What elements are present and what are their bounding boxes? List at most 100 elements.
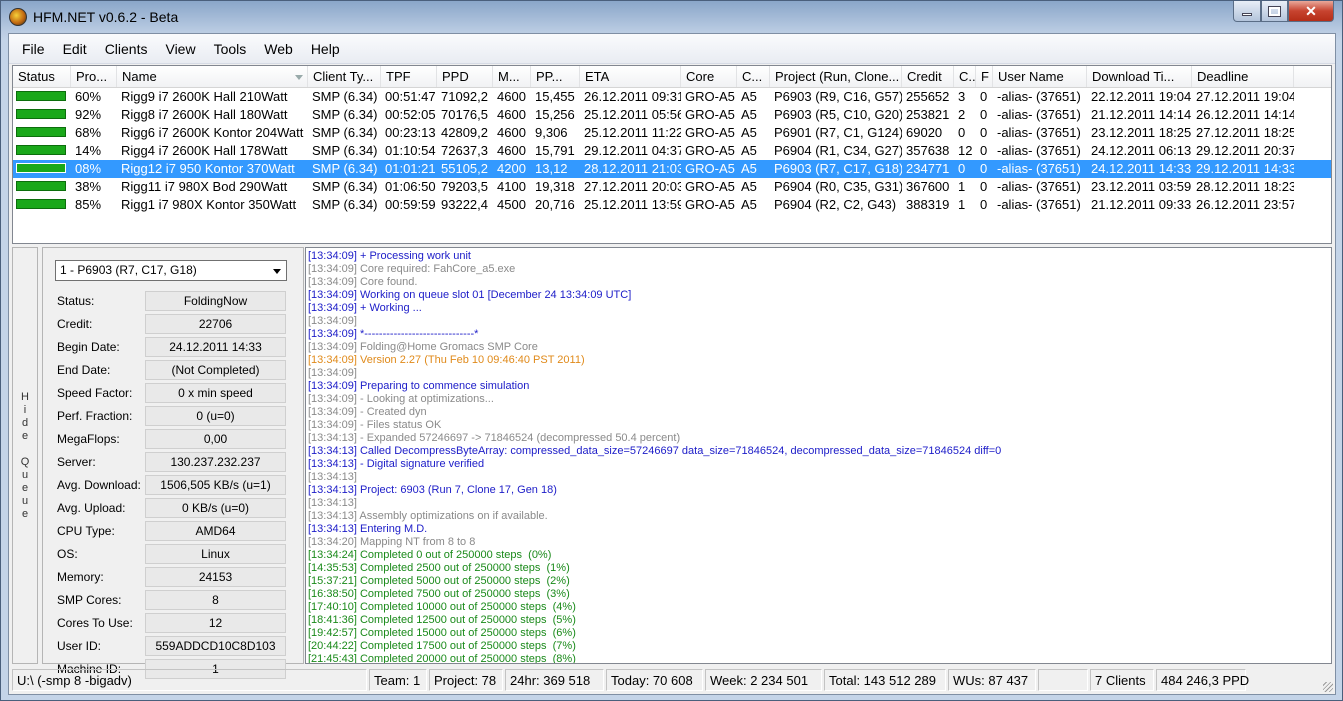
queue-property: Avg. Upload: 0 KB/s (u=0) (55, 498, 287, 518)
table-cell: A5 (741, 107, 757, 122)
queue-select-value: 1 - P6903 (R7, C17, G18) (60, 263, 197, 277)
property-value: AMD64 (145, 521, 286, 541)
table-cell: 14% (75, 143, 102, 158)
table-row[interactable]: 60% Rigg9 i7 2600K Hall 210Watt SMP (6.34)… (13, 88, 1331, 106)
table-cell: 9,306 (535, 125, 568, 140)
table-cell: 15,256 (535, 107, 575, 122)
queue-property: MegaFlops: 0,00 (55, 429, 287, 449)
queue-property: Memory: 24153 (55, 567, 287, 587)
menu-edit[interactable]: Edit (54, 37, 96, 61)
status-panel: Team: 1 (369, 669, 427, 691)
column-header[interactable]: Credit (902, 66, 954, 87)
table-row[interactable]: 38% Rigg11 i7 980X Bod 290Watt SMP (6.34) 0… (13, 178, 1331, 196)
log-viewer[interactable]: [13:34:09] + Processing work unit [13:34:… (305, 247, 1332, 664)
table-cell: 0 (980, 179, 988, 194)
column-header[interactable]: Deadline (1192, 66, 1294, 87)
column-header[interactable]: User Name (993, 66, 1087, 87)
table-row[interactable]: 85% Rigg1 i7 980X Kontor 350Watt SMP (6.34… (13, 196, 1331, 214)
log-line: [13:34:09] Version 2.27 (Thu Feb 10 09:4… (308, 354, 585, 366)
maximize-button[interactable] (1261, 1, 1288, 22)
property-value: FoldingNow (145, 291, 286, 311)
table-cell: 93222,4 (441, 197, 488, 212)
column-header[interactable]: F (976, 66, 993, 87)
queue-property: End Date: (Not Completed) (55, 360, 287, 380)
detail-split: Hide Queue 1 - P6903 (R7, C17, G18) Stat… (12, 247, 1332, 679)
table-cell: 42809,2 (441, 125, 488, 140)
table-cell: 19,318 (535, 179, 575, 194)
queue-property: User ID: 559ADDCD10C8D103 (55, 636, 287, 656)
log-line: [13:34:20] Mapping NT from 8 to 8 (308, 536, 476, 548)
table-cell: 23.12.2011 03:59 (1091, 179, 1192, 194)
status-panel: 7 Clients (1090, 669, 1154, 691)
property-label: Cores To Use: (57, 616, 133, 630)
column-header[interactable]: TPF (381, 66, 437, 87)
queue-property: Avg. Download: 1506,505 KB/s (u=1) (55, 475, 287, 495)
minimize-button[interactable] (1233, 1, 1261, 22)
status-bar-icon (16, 199, 66, 209)
column-header[interactable]: Pro... (71, 66, 117, 87)
status-cell (13, 160, 71, 178)
queue-select[interactable]: 1 - P6903 (R7, C17, G18) (55, 260, 287, 281)
table-row[interactable]: 08% Rigg12 i7 950 Kontor 370Watt SMP (6.34… (13, 160, 1331, 178)
menu-view[interactable]: View (156, 37, 204, 61)
table-cell: 01:10:54 (385, 143, 436, 158)
table-cell: Rigg12 i7 950 Kontor 370Watt (121, 161, 295, 176)
resize-grip-icon[interactable] (1323, 682, 1333, 692)
queue-property: Server: 130.237.232.237 (55, 452, 287, 472)
table-cell: 68% (75, 125, 102, 140)
column-header[interactable]: Status (13, 66, 71, 87)
column-header[interactable]: Client Ty... (308, 66, 381, 87)
queue-property: Cores To Use: 12 (55, 613, 287, 633)
hide-queue-button[interactable]: Hide Queue (12, 247, 38, 664)
column-header[interactable]: Name (117, 66, 308, 87)
table-cell: 1 (958, 179, 966, 194)
window-title: HFM.NET v0.6.2 - Beta (33, 9, 179, 25)
property-label: Perf. Fraction: (57, 409, 133, 423)
table-row[interactable]: 92% Rigg8 i7 2600K Hall 180Watt SMP (6.34)… (13, 106, 1331, 124)
column-header[interactable]: C... (737, 66, 770, 87)
menu-help[interactable]: Help (302, 37, 349, 61)
column-header[interactable]: M... (493, 66, 531, 87)
table-cell: Rigg6 i7 2600K Kontor 204Watt (121, 125, 304, 140)
table-cell: A5 (741, 89, 757, 104)
menu-bar: File Edit Clients View Tools Web Help (9, 34, 1335, 64)
menu-clients[interactable]: Clients (96, 37, 157, 61)
log-line: [13:34:09] Preparing to commence simulat… (308, 380, 530, 392)
table-cell: A5 (741, 125, 757, 140)
status-panel: 24hr: 369 518 (505, 669, 604, 691)
status-bar-icon (16, 163, 66, 173)
table-cell: 29.12.2011 04:37 (584, 143, 681, 158)
table-cell: 234771 (906, 161, 950, 176)
column-header[interactable]: PP... (531, 66, 580, 87)
property-label: Memory: (57, 570, 104, 584)
close-button[interactable]: ✕ (1288, 1, 1334, 22)
table-row[interactable]: 14% Rigg4 i7 2600K Hall 178Watt SMP (6.34)… (13, 142, 1331, 160)
table-cell: -alias- (37651) (997, 179, 1081, 194)
table-cell: 4600 (497, 107, 526, 122)
menu-web[interactable]: Web (255, 37, 302, 61)
status-panel: WUs: 87 437 (948, 669, 1036, 691)
property-label: Server: (57, 455, 96, 469)
client-area: File Edit Clients View Tools Web Help Status Pr… (8, 33, 1336, 695)
table-cell: 255652 (906, 89, 950, 104)
property-value: 0 (u=0) (145, 406, 286, 426)
table-cell: -alias- (37651) (997, 143, 1081, 158)
column-header[interactable]: ETA (580, 66, 681, 87)
column-header[interactable]: PPD (437, 66, 493, 87)
table-row[interactable]: 68% Rigg6 i7 2600K Kontor 204Watt SMP (6.3… (13, 124, 1331, 142)
property-value: 0,00 (145, 429, 286, 449)
table-cell: 0 (980, 107, 988, 122)
table-cell: 25.12.2011 13:59 (584, 197, 681, 212)
log-line: [13:34:09] - Files status OK (308, 419, 442, 431)
column-header[interactable]: C... (954, 66, 976, 87)
status-panel: U:\ (-smp 8 -bigadv) (12, 669, 367, 691)
table-cell: 22.12.2011 19:04 (1091, 89, 1192, 104)
menu-tools[interactable]: Tools (205, 37, 256, 61)
column-header[interactable]: Core (681, 66, 737, 87)
column-header[interactable]: Project (Run, Clone... (770, 66, 902, 87)
table-cell: 4600 (497, 143, 526, 158)
column-header[interactable]: Download Ti... (1087, 66, 1192, 87)
menu-file[interactable]: File (13, 37, 54, 61)
table-cell: 00:51:47 (385, 89, 436, 104)
title-bar[interactable]: HFM.NET v0.6.2 - Beta ✕ (1, 1, 1342, 33)
